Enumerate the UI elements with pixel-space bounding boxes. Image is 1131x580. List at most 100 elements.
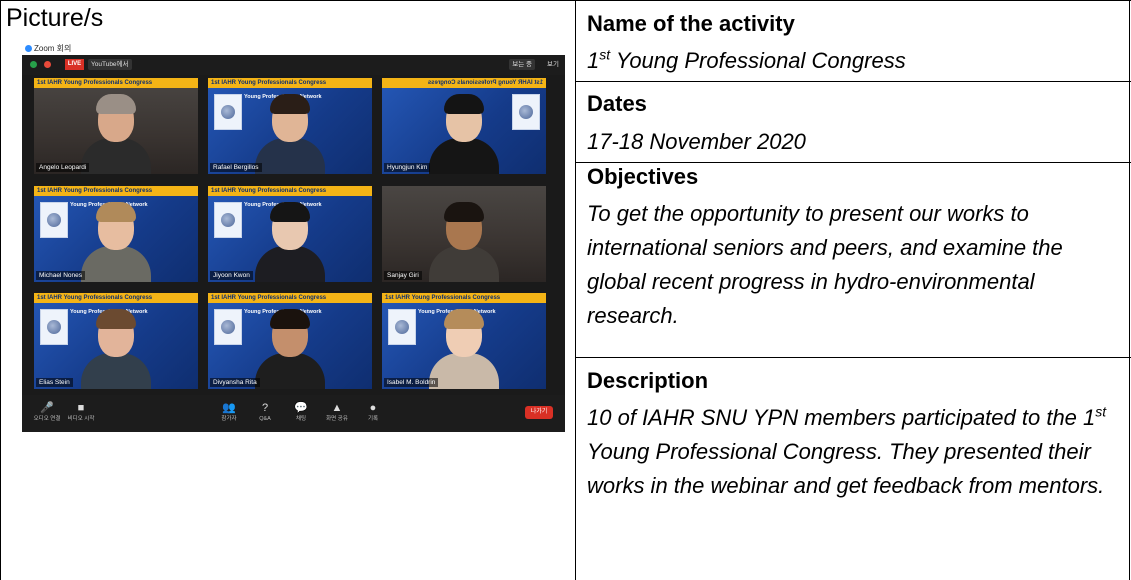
toolbar-control: ● 기록 — [356, 401, 390, 423]
participant-name: Angelo Leopardi — [36, 163, 90, 172]
participant-hair — [270, 309, 310, 329]
iahr-logo — [40, 309, 68, 345]
iahr-logo — [214, 201, 242, 238]
control-icon: ▲ — [331, 402, 343, 414]
toolbar-control: 🎤 오디오 연결 — [30, 401, 64, 423]
participant-video — [81, 94, 151, 174]
participant-hair — [444, 94, 484, 114]
video-tile: 1st IAHR Young Professionals Congress Ang… — [34, 78, 198, 174]
participant-body — [255, 138, 325, 174]
control-label: 채팅 — [295, 416, 307, 422]
participant-hair — [444, 309, 484, 329]
toolbar-control: ■ 비디오 시작 — [64, 401, 98, 423]
congress-banner: 1st IAHR Young Professionals Congress — [382, 293, 546, 303]
control-label: 참가자 — [221, 416, 237, 422]
participant-video — [255, 94, 325, 174]
participant-name: Isabel M. Boldrin — [384, 378, 439, 387]
participant-name: Hyungjun Kim — [384, 163, 431, 172]
control-label: 화면 공유 — [326, 416, 348, 422]
control-icon: ? — [261, 402, 269, 414]
activity-heading: Name of the activity — [587, 11, 795, 36]
toolbar-control: ? Q&A — [248, 401, 282, 423]
table-border-right — [1129, 0, 1130, 580]
dates-heading: Dates — [587, 91, 647, 116]
iahr-logo — [512, 94, 540, 130]
record-icon — [44, 61, 51, 68]
participant-video — [429, 201, 499, 282]
congress-banner: 1st IAHR Young Professionals Congress — [208, 78, 372, 88]
congress-banner: 1st IAHR Young Professionals Congress — [34, 293, 198, 303]
video-tile: 1st IAHR Young Professionals Congress You… — [208, 293, 372, 389]
description-part2: Young Professional Congress. They presen… — [587, 439, 1105, 498]
globe-icon — [47, 320, 61, 334]
control-label: 오디오 연결 — [33, 416, 61, 422]
video-tile: 1st IAHR Young Professionals Congress You… — [34, 185, 198, 282]
participant-hair — [270, 201, 310, 222]
participant-body — [255, 245, 325, 282]
iahr-logo — [40, 201, 68, 238]
participant-body — [429, 245, 499, 282]
participant-hair — [96, 94, 136, 114]
participant-video — [81, 201, 151, 282]
objectives-heading: Objectives — [587, 164, 699, 189]
participant-name: Elias Stein — [36, 378, 73, 387]
table-divider-middle — [575, 0, 576, 580]
description-heading: Description — [587, 368, 709, 393]
participant-hair — [96, 309, 136, 329]
toolbar-control: 💬 채팅 — [284, 401, 318, 423]
congress-banner: 1st IAHR Young Professionals Congress — [34, 185, 198, 196]
congress-banner: 1st IAHR Young Professionals Congress — [208, 185, 372, 196]
view-toggle: 보기 — [547, 61, 559, 68]
control-label: 기록 — [367, 416, 379, 422]
zoom-top-bar: LIVE YouTube에서 보는 중 보기 — [22, 55, 565, 75]
iahr-logo — [214, 94, 242, 130]
activity-rest: Young Professional Congress — [610, 48, 906, 73]
participant-name: Jiyoon Kwon — [210, 270, 253, 280]
row-divider-1 — [575, 81, 1131, 82]
dates-value: 17-18 November 2020 — [587, 129, 806, 154]
participant-name: Michael Nones — [36, 270, 85, 280]
toolbar-control: 👥 참가자 — [212, 401, 246, 423]
control-icon: ● — [369, 402, 377, 414]
globe-icon — [221, 320, 235, 334]
participant-video — [81, 309, 151, 389]
congress-banner: 1st IAHR Young Professionals Congress — [34, 78, 198, 88]
toolbar-control: ▲ 화면 공유 — [320, 401, 354, 423]
table-border-left — [0, 0, 1, 580]
row-divider-3 — [575, 357, 1131, 358]
iahr-logo — [214, 309, 242, 345]
objectives-value: To get the opportunity to present our wo… — [587, 201, 1063, 328]
video-tile: Sanjay Giri — [382, 185, 546, 282]
globe-icon — [221, 105, 235, 119]
globe-icon — [395, 320, 409, 334]
participant-hair — [96, 201, 136, 222]
participant-body — [429, 353, 499, 389]
control-icon: ■ — [77, 402, 85, 414]
participant-hair — [444, 201, 484, 222]
control-label: 비디오 시작 — [67, 416, 95, 422]
zoom-caption-text: Zoom 회의 — [34, 44, 72, 53]
video-tile: 1st IAHR Young Professionals Congress You… — [208, 78, 372, 174]
participant-name: Rafael Bergillos — [210, 163, 262, 172]
viewing-status: 보는 중 — [509, 59, 535, 70]
participant-video — [429, 94, 499, 174]
globe-icon — [519, 105, 533, 119]
participant-hair — [270, 94, 310, 114]
activity-prefix: 1 — [587, 48, 600, 73]
congress-banner: 1st IAHR Young Professionals Congress — [382, 78, 546, 88]
live-badge: LIVE — [65, 59, 84, 70]
participant-video — [255, 201, 325, 282]
control-icon: 💬 — [294, 402, 308, 414]
youtube-stream-label: YouTube에서 — [88, 59, 132, 70]
participant-body — [81, 138, 151, 174]
participant-name: Divyansha Rita — [210, 378, 260, 387]
control-icon: 🎤 — [40, 402, 54, 414]
control-icon: 👥 — [222, 402, 236, 414]
control-label: Q&A — [259, 416, 271, 422]
participant-video — [429, 309, 499, 389]
activity-value: 1st Young Professional Congress — [587, 44, 1123, 78]
congress-banner: 1st IAHR Young Professionals Congress — [208, 293, 372, 303]
participant-body — [255, 353, 325, 389]
zoom-window-caption: Zoom 회의 — [25, 44, 71, 54]
picture-label: Picture/s — [6, 4, 104, 32]
